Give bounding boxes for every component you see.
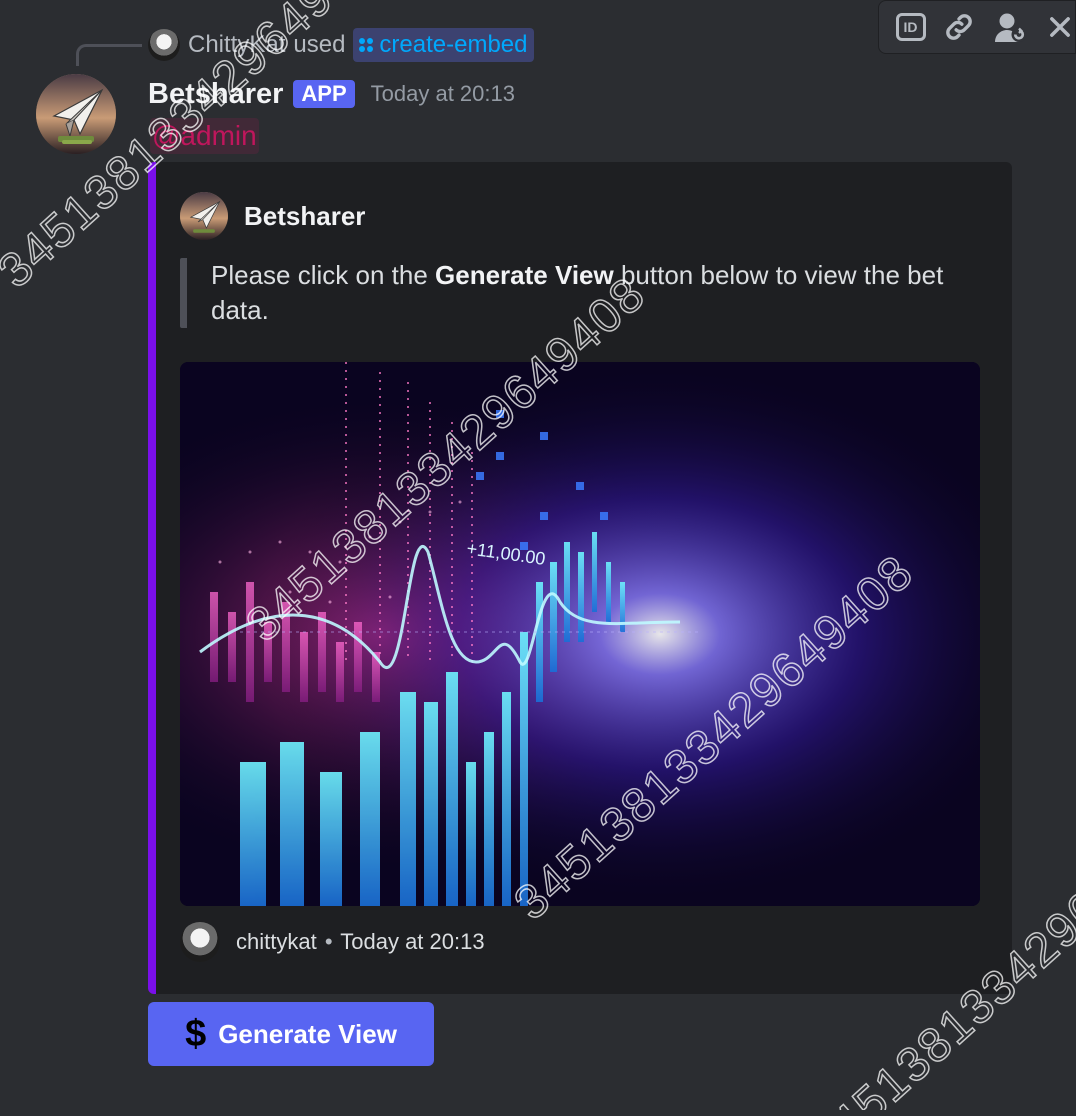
reply-spine (76, 44, 142, 66)
embed-description: Please click on the Generate View button… (180, 258, 971, 328)
copy-link-button[interactable] (942, 9, 976, 45)
reply-user-avatar[interactable] (148, 29, 180, 61)
dollar-icon: $ (185, 1013, 207, 1055)
financial-chart-image: +11,00.00 (180, 362, 980, 906)
embed-author: Betsharer (180, 192, 365, 240)
copy-id-button[interactable]: ID (895, 9, 926, 45)
app-badge: APP (293, 80, 355, 108)
close-button[interactable] (1044, 9, 1075, 45)
generate-view-label: Generate View (218, 1018, 397, 1049)
reply-action-text: used (293, 31, 346, 58)
author-avatar[interactable] (36, 74, 116, 154)
footer-user-avatar (180, 922, 220, 962)
embed-image[interactable]: +11,00.00 (180, 362, 980, 906)
message-container: ID ChittyKat used create-embed Betsharer… (0, 0, 1076, 1116)
slash-command-icon (359, 38, 374, 52)
bottom-divider (0, 1110, 1076, 1116)
close-icon (1049, 17, 1070, 37)
embed-author-name: Betsharer (244, 200, 366, 231)
footer-separator: • (324, 929, 333, 954)
message-timestamp[interactable]: Today at 20:13 (371, 81, 515, 107)
embed-author-icon (180, 192, 228, 240)
embed-footer: chittykat • Today at 20:13 (180, 922, 485, 962)
paper-plane-logo-icon (36, 74, 116, 154)
footer-timestamp: Today at 20:13 (340, 929, 485, 954)
id-icon: ID (895, 13, 926, 41)
message-header: Betsharer APP Today at 20:13 (148, 74, 515, 114)
description-text-before: Please click on the (211, 260, 436, 290)
command-mention[interactable]: create-embed (353, 28, 534, 62)
link-icon (946, 14, 972, 40)
embed-card: Betsharer Please click on the Generate V… (148, 162, 1012, 994)
generate-view-button[interactable]: $ Generate View (148, 1002, 434, 1066)
footer-username: chittykat (236, 929, 317, 954)
message-toolbar: ID (878, 0, 1076, 54)
role-mention[interactable]: @admin (150, 118, 259, 154)
author-username[interactable]: Betsharer (148, 78, 283, 111)
interaction-reply[interactable]: ChittyKat used create-embed (148, 28, 534, 62)
command-name: create-embed (379, 31, 528, 58)
paper-plane-logo-icon (180, 192, 228, 240)
reply-avatar-button[interactable] (992, 9, 1028, 45)
description-bold-text: Generate View (435, 260, 614, 290)
reply-username[interactable]: ChittyKat (188, 31, 285, 59)
message-avatar-icon (995, 13, 1027, 42)
